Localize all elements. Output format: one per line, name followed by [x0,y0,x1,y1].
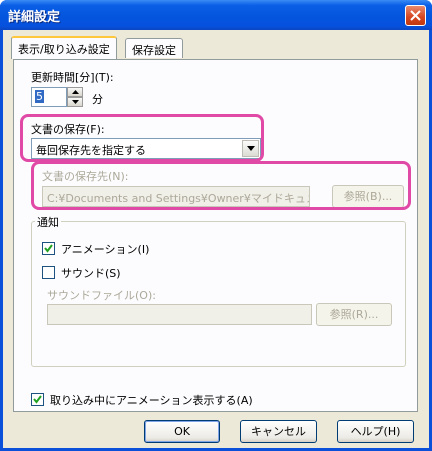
animation-label: アニメーション(I) [61,243,150,256]
ok-label: OK [174,425,190,438]
spin-down-button[interactable] [67,97,83,107]
import-animation-checkbox[interactable] [31,393,44,406]
notify-group-title: 通知 [35,214,61,230]
refresh-unit: 分 [92,93,103,106]
browse-save-button[interactable]: 参照(B)... [332,185,404,208]
cancel-label: キャンセル [251,425,306,438]
refresh-label: 更新時間[分](T): [31,71,114,84]
title-bar[interactable]: 詳細設定 [0,0,432,30]
save-mode-combo[interactable]: 毎回保存先を指定する [31,138,261,159]
settings-dialog: 詳細設定 表示/取り込み設定 保存設定 更新時間[分](T): 5 分 文書の保… [0,0,432,451]
chevron-down-icon [247,146,255,151]
window-title: 詳細設定 [8,10,61,25]
ok-button[interactable]: OK [144,420,220,443]
refresh-value: 5 [35,90,44,103]
soundfile-label: サウンドファイル(O): [47,289,156,302]
checkmark-icon [33,395,42,404]
save-location-label: 文書の保存先(N): [42,170,129,183]
sound-checkbox[interactable] [42,266,55,279]
dialog-body: 表示/取り込み設定 保存設定 更新時間[分](T): 5 分 文書の保存(F): [3,30,429,448]
save-location-path: C:¥Documents and Settings¥Owner¥マイドキュメント… [47,192,310,205]
soundfile-field[interactable] [47,304,312,325]
arrow-down-icon [72,100,79,104]
import-animation-label: 取り込み中にアニメーション表示する(A) [50,394,253,407]
animation-checkbox[interactable] [42,242,55,255]
save-location-field[interactable]: C:¥Documents and Settings¥Owner¥マイドキュメント… [42,186,310,207]
help-label: ヘルプ(H) [350,425,401,438]
close-icon [410,10,421,21]
arrow-up-icon [72,90,79,94]
combo-dropdown-button[interactable] [242,140,259,157]
sound-label: サウンド(S) [61,267,121,280]
tab-label: 表示/取り込み設定 [18,43,110,56]
browse-sound-button[interactable]: 参照(R)... [316,303,392,326]
close-button[interactable] [405,5,426,26]
help-button[interactable]: ヘルプ(H) [337,420,414,443]
tab-display-import[interactable]: 表示/取り込み設定 [11,36,117,59]
checkmark-icon [44,244,53,253]
cancel-button[interactable]: キャンセル [240,420,317,443]
tab-label: 保存設定 [132,44,176,57]
refresh-input[interactable]: 5 [31,87,67,107]
refresh-spinner[interactable] [67,87,83,107]
browse-sound-label: 参照(R)... [329,308,379,321]
browse-save-label: 参照(B)... [343,190,393,203]
save-label: 文書の保存(F): [31,123,105,136]
spin-up-button[interactable] [67,87,83,97]
tab-panel: 更新時間[分](T): 5 分 文書の保存(F): 毎回保存先を指定する 文書の… [13,59,418,412]
save-mode-value: 毎回保存先を指定する [36,144,146,157]
tab-save-settings[interactable]: 保存設定 [125,38,183,58]
